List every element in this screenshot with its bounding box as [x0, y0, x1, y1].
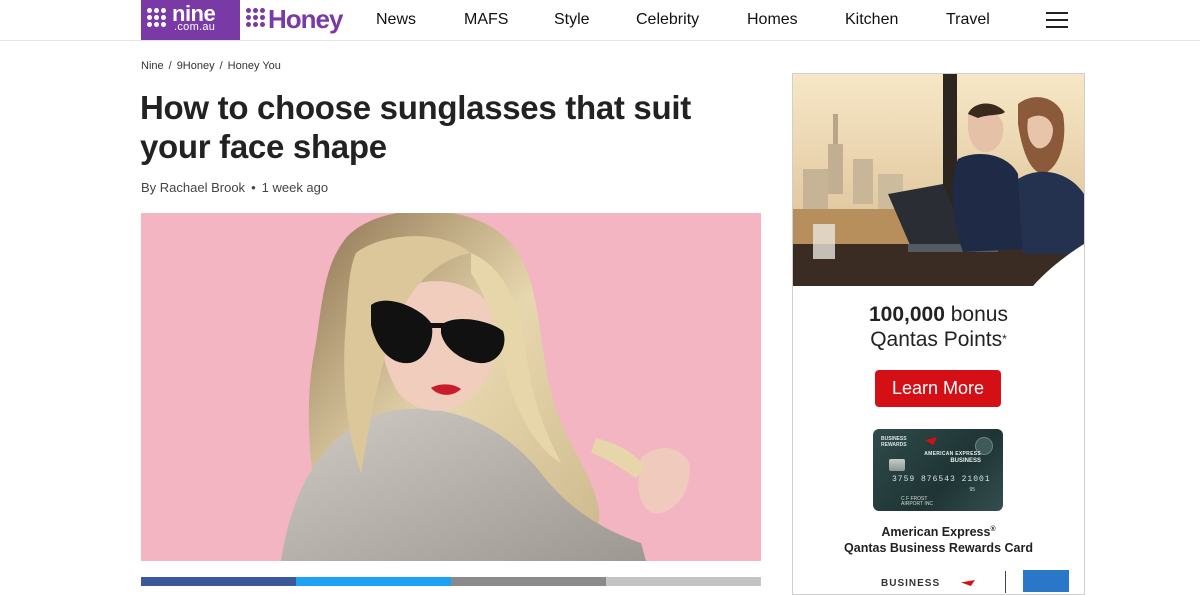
honey-logo-text: Honey — [268, 4, 343, 34]
nine-logo-subtext: .com.au — [174, 21, 216, 33]
breadcrumb-honey-you[interactable]: Honey You — [228, 60, 281, 72]
nav-celebrity[interactable]: Celebrity — [636, 11, 699, 29]
ad-headline-bold: 100,000 — [869, 303, 945, 326]
ad-headline-line2: Qantas Points — [870, 328, 1003, 351]
ad-photo-illustration — [793, 74, 1084, 286]
nav-news[interactable]: News — [376, 11, 416, 29]
article-title: How to choose sunglasses that suit your … — [140, 89, 691, 165]
breadcrumb-separator: / — [168, 60, 172, 72]
hero-image — [141, 213, 761, 561]
breadcrumb-separator: / — [219, 60, 223, 72]
nav-mafs[interactable]: MAFS — [464, 11, 508, 29]
nine-dots-icon — [147, 8, 169, 30]
breadcrumb-nine[interactable]: Nine — [141, 60, 164, 72]
site-header: nine .com.au Honey News MAFS Style Celeb… — [0, 0, 1200, 41]
nine-logo[interactable]: nine .com.au — [141, 0, 240, 40]
qantas-mark-icon — [961, 580, 975, 586]
sidebar-advertisement[interactable]: 100,000 bonus Qantas Points* Learn More … — [792, 73, 1085, 595]
publish-date: 1 week ago — [261, 180, 329, 195]
learn-more-button[interactable]: Learn More — [875, 370, 1001, 407]
nav-kitchen[interactable]: Kitchen — [845, 11, 898, 29]
breadcrumb-9honey[interactable]: 9Honey — [177, 60, 215, 72]
nav-travel[interactable]: Travel — [946, 11, 990, 29]
card-brand: BUSINESS REWARDS — [881, 436, 907, 448]
card-number: 3759 876543 21001 — [892, 475, 991, 484]
ad-photo — [793, 74, 1084, 286]
email-share-button[interactable] — [451, 577, 606, 586]
credit-card-image: BUSINESS REWARDS AMERICAN EXPRESS BUSINES… — [873, 429, 1003, 511]
ad-divider — [1005, 571, 1006, 593]
byline-dot: • — [251, 180, 256, 195]
honey-dots-icon — [246, 8, 268, 30]
card-chip-icon — [889, 459, 905, 471]
share-bar — [141, 577, 761, 586]
ad-headline: 100,000 bonus Qantas Points* — [793, 302, 1084, 352]
twitter-share-button[interactable] — [296, 577, 451, 586]
qantas-kangaroo-icon — [925, 437, 937, 445]
card-issuer: AMERICAN EXPRESS — [924, 451, 981, 457]
card-holder: C F FROST AIRPORT INC — [901, 496, 934, 507]
more-share-button[interactable] — [606, 577, 761, 586]
nav-homes[interactable]: Homes — [747, 11, 798, 29]
hamburger-menu-icon[interactable] — [1046, 12, 1068, 28]
card-type: BUSINESS — [950, 458, 981, 464]
ad-headline-rest: bonus — [944, 303, 1008, 326]
hero-illustration — [141, 213, 761, 561]
facebook-share-button[interactable] — [141, 577, 296, 586]
ad-headline-mark: * — [1002, 332, 1007, 346]
author-name[interactable]: By Rachael Brook — [141, 180, 245, 195]
ad-footer-brand: BUSINESS — [881, 578, 941, 589]
breadcrumb: Nine / 9Honey / Honey You — [141, 60, 281, 72]
byline: By Rachael Brook • 1 week ago — [141, 180, 328, 195]
nav-style[interactable]: Style — [554, 11, 590, 29]
amex-logo-icon — [1023, 570, 1069, 592]
ad-caption: American Express® Qantas Business Reward… — [844, 525, 1033, 556]
card-expiry: 95 — [969, 487, 975, 493]
